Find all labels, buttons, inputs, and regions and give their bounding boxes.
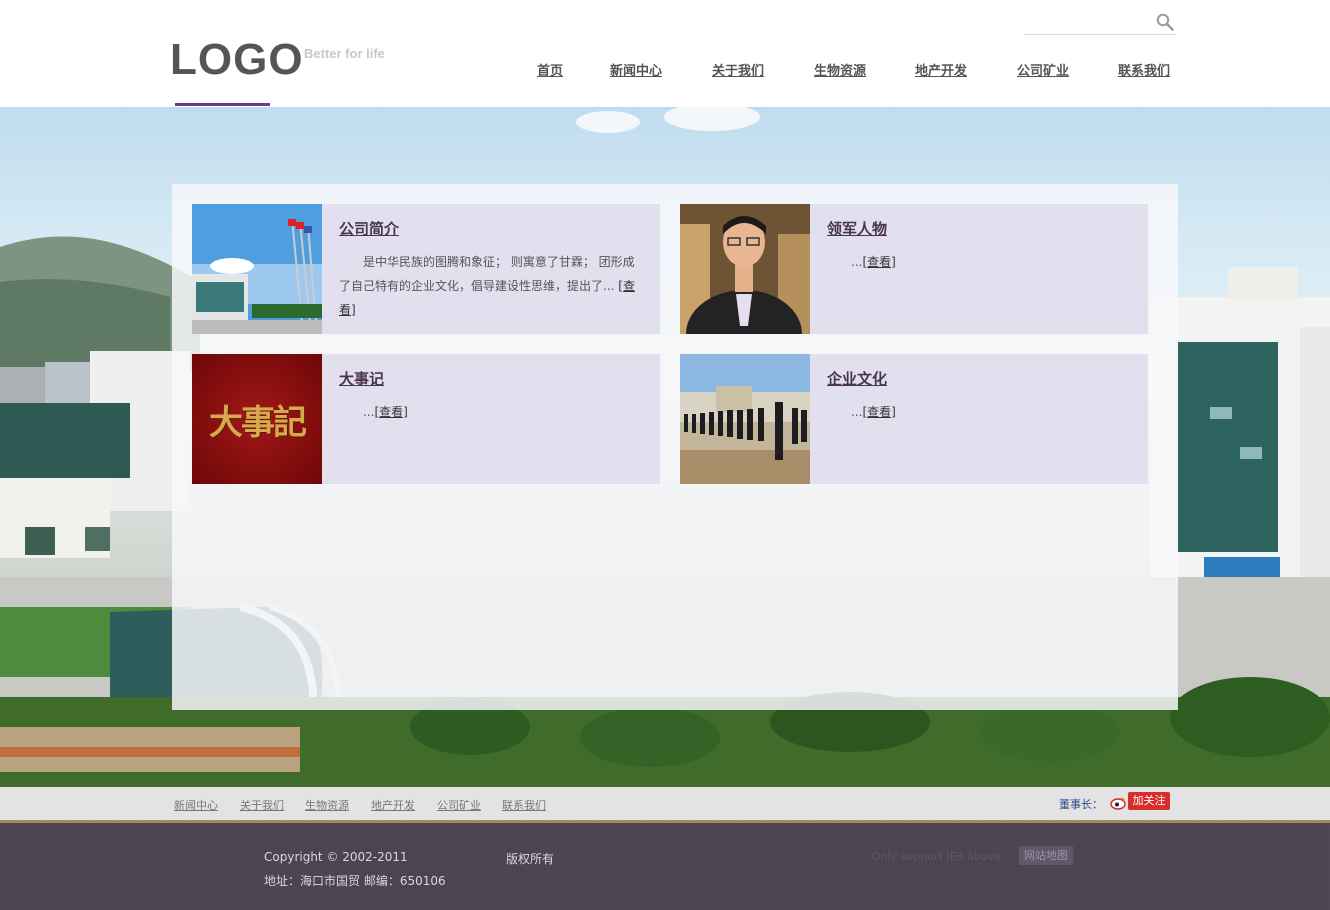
view-more-link[interactable]: [查看] [862, 405, 895, 419]
address-text: 地址：海口市国贸 邮编：650106 [264, 874, 446, 888]
card-desc-text: ... [851, 405, 863, 419]
weibo-label: 董事长： [1059, 798, 1103, 811]
card-desc-text: ... [363, 405, 375, 419]
calligraphy-text: 大事記 [209, 402, 307, 443]
staff-image [680, 354, 810, 484]
nav-about[interactable]: 关于我们 [712, 60, 764, 79]
card-milestones: 大事記 大事记 ...[查看] [192, 354, 660, 484]
nav-mining[interactable]: 公司矿业 [1017, 60, 1069, 79]
hero-background: 公司简介 是中华民族的图腾和象征； 则寓意了甘霖； 团形成了自己特有的企业文化，… [0, 107, 1330, 787]
card-leader: 领军人物 ...[查看] [680, 204, 1148, 334]
site-header: LOGO Better for life 首页 新闻中心 关于我们 生物资源 地… [0, 0, 1330, 107]
card-description: ...[查看] [827, 400, 1133, 424]
logo[interactable]: LOGO [170, 38, 304, 82]
view-more-link[interactable]: [查看] [862, 255, 895, 269]
card-description: ...[查看] [827, 250, 1133, 274]
nav-home[interactable]: 首页 [537, 60, 563, 79]
tagline: Better for life [304, 46, 385, 61]
building-image [192, 204, 322, 334]
card-company-intro: 公司简介 是中华民族的图腾和象征； 则寓意了甘霖； 团形成了自己特有的企业文化，… [192, 204, 660, 334]
card-title[interactable]: 公司简介 [339, 218, 399, 239]
rights-text: 版权所有 [506, 852, 555, 866]
browser-support-note: Only support IE6 above [872, 850, 1001, 863]
copyright-text: Copyright © 2002-2011 [264, 850, 408, 864]
card-description: 是中华民族的图腾和象征； 则寓意了甘霖； 团形成了自己特有的企业文化，倡导建设性… [339, 250, 645, 322]
company-building-photo[interactable] [192, 204, 322, 334]
weibo-icon[interactable] [1110, 796, 1126, 810]
footer-nav-bar: 新闻中心 关于我们 生物资源 地产开发 公司矿业 联系我们 董事长： 加关注 [0, 787, 1330, 820]
search-input[interactable] [1024, 34, 1176, 35]
footer-link-mining[interactable]: 公司矿业 [437, 797, 481, 813]
footer-link-about[interactable]: 关于我们 [240, 797, 284, 813]
leader-image [680, 204, 810, 334]
card-corporate-culture: 企业文化 ...[查看] [680, 354, 1148, 484]
sitemap-button[interactable]: 网站地图 [1019, 846, 1073, 865]
card-title[interactable]: 领军人物 [827, 218, 887, 239]
nav-bio-resources[interactable]: 生物资源 [814, 60, 866, 79]
staff-lineup-photo[interactable] [680, 354, 810, 484]
search-icon[interactable] [1156, 13, 1174, 31]
footer-bottom: Copyright © 2002-2011 版权所有 地址：海口市国贸 邮编：6… [0, 823, 1330, 910]
card-title[interactable]: 企业文化 [827, 368, 887, 389]
footer-link-real-estate[interactable]: 地产开发 [371, 797, 415, 813]
card-desc-text: ... [851, 255, 863, 269]
footer-link-contact[interactable]: 联系我们 [502, 797, 546, 813]
view-more-link[interactable]: [查看] [374, 405, 407, 419]
leader-portrait-photo[interactable] [680, 204, 810, 334]
logo-underline [175, 103, 270, 106]
card-desc-text: 是中华民族的图腾和象征； 则寓意了甘霖； 团形成了自己特有的企业文化，倡导建设性… [339, 255, 635, 293]
footer-link-news[interactable]: 新闻中心 [174, 797, 218, 813]
milestones-calligraphy-photo[interactable]: 大事記 [192, 354, 322, 484]
nav-contact[interactable]: 联系我们 [1118, 60, 1170, 79]
nav-news[interactable]: 新闻中心 [610, 60, 662, 79]
card-title[interactable]: 大事记 [339, 368, 384, 389]
card-description: ...[查看] [339, 400, 645, 424]
content-panel: 公司简介 是中华民族的图腾和象征； 则寓意了甘霖； 团形成了自己特有的企业文化，… [172, 184, 1178, 710]
weibo-follow-button[interactable]: 加关注 [1128, 792, 1170, 810]
nav-real-estate[interactable]: 地产开发 [915, 60, 967, 79]
footer-link-bio-resources[interactable]: 生物资源 [305, 797, 349, 813]
